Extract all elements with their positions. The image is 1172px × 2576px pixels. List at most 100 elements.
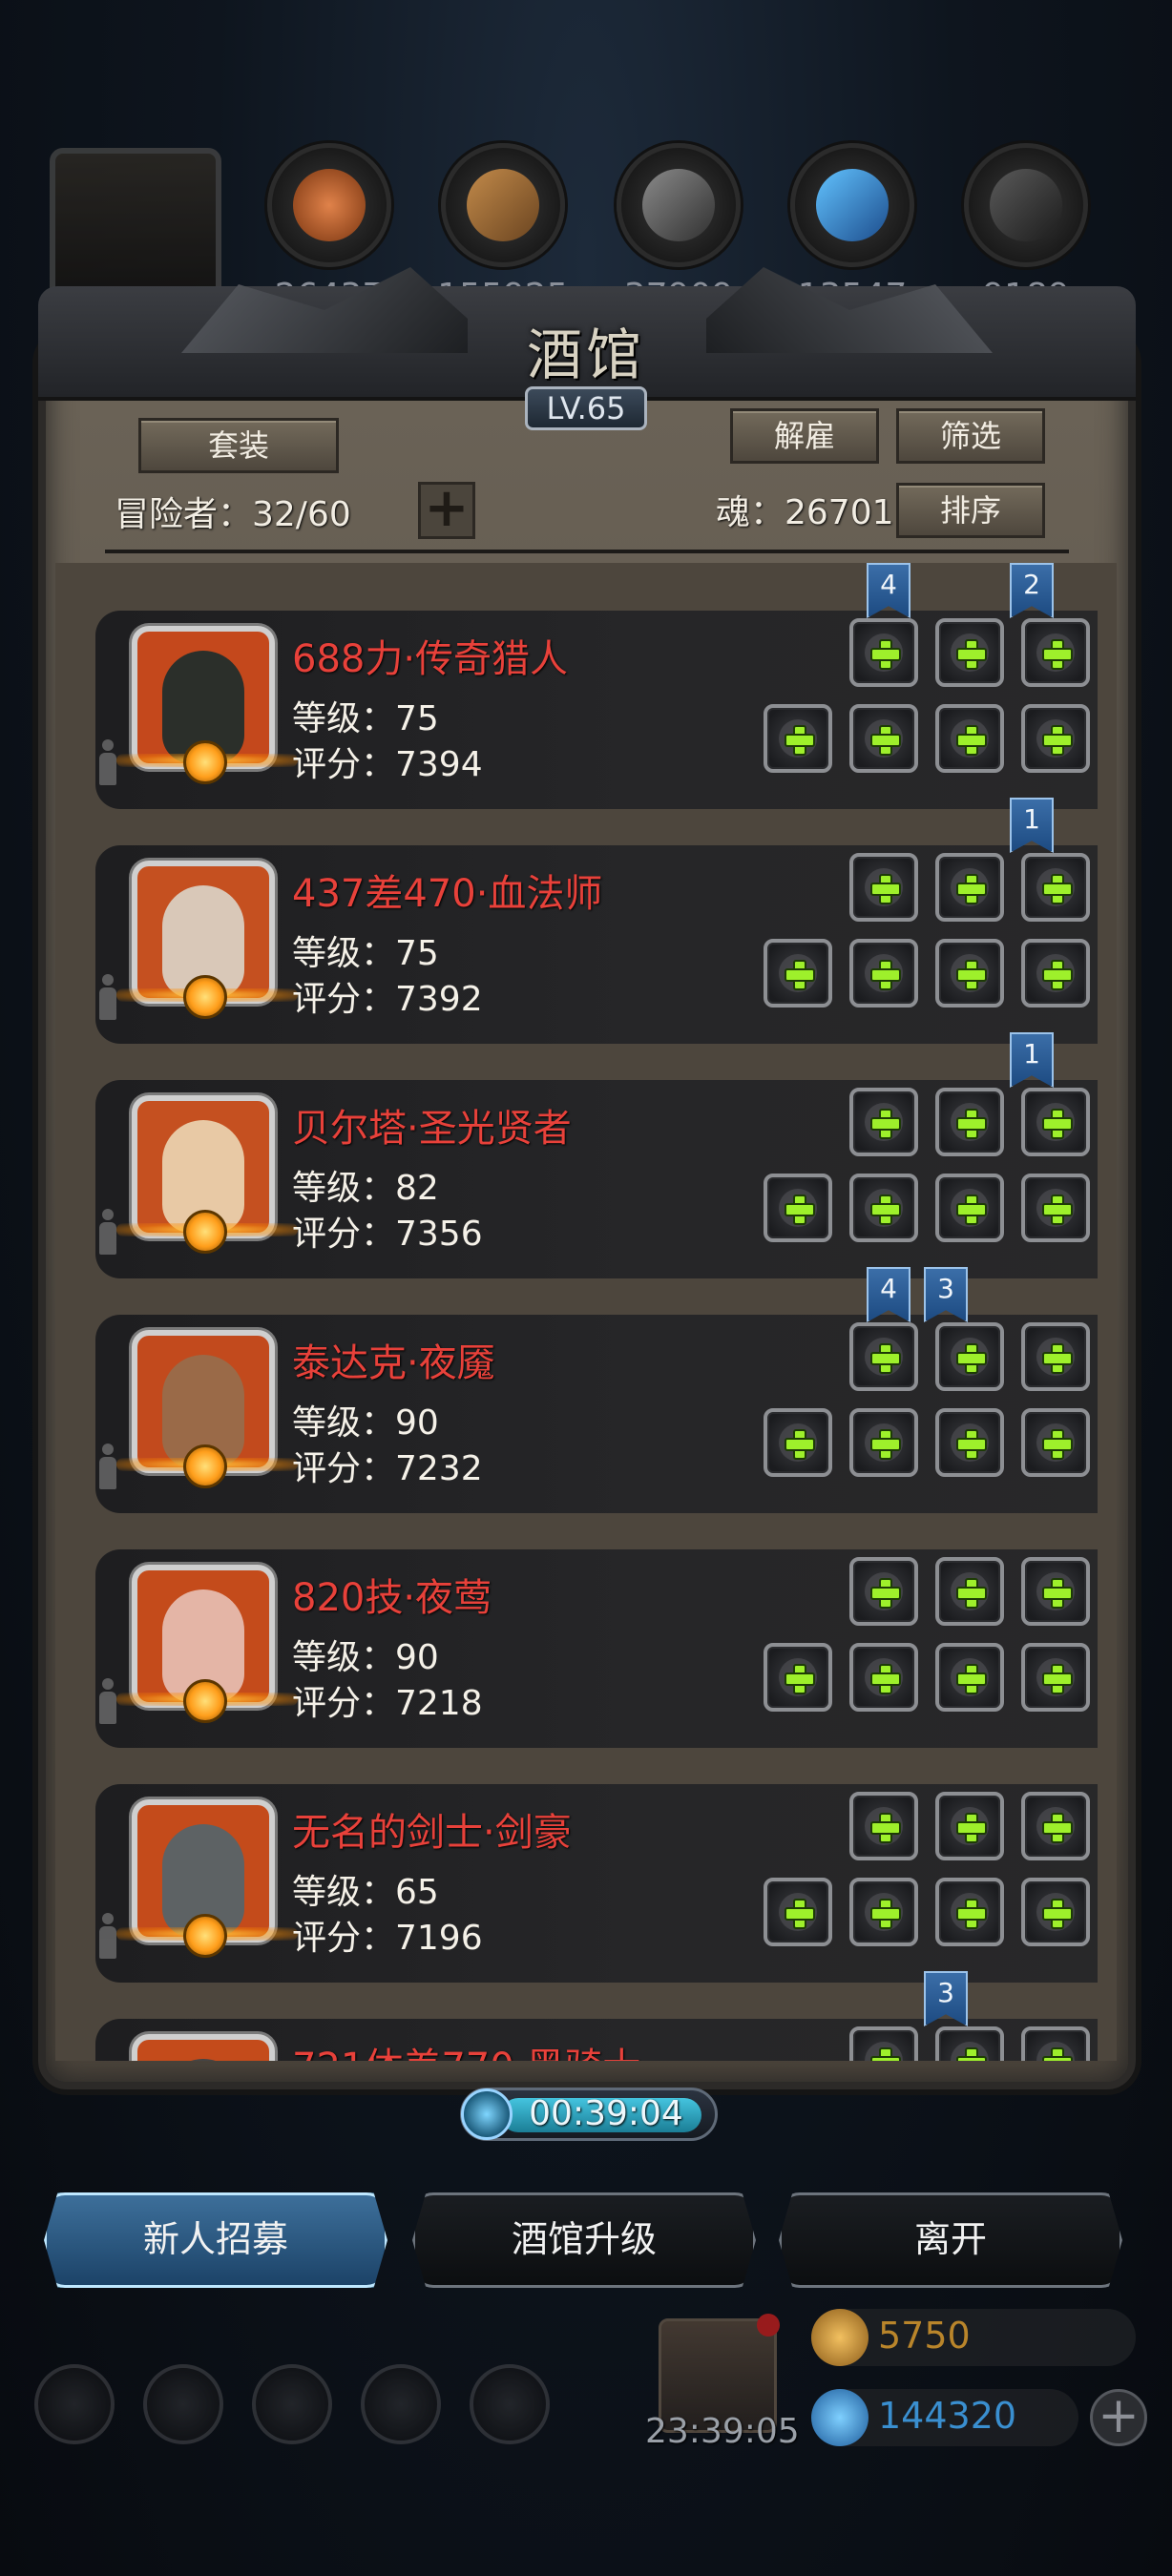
hero-score: 评分：7356 — [292, 1215, 483, 1254]
weapon-slot[interactable] — [764, 1174, 832, 1242]
equipment-slot-bottom-2[interactable] — [935, 704, 1004, 773]
equipment-slot-top-2[interactable] — [935, 1792, 1004, 1860]
hero-name: 437差470·血法师 — [292, 872, 603, 916]
equipment-slot-bottom-2[interactable] — [935, 1174, 1004, 1242]
hero-card[interactable]: 820技·夜莺 等级：90 评分：7218 — [95, 1549, 1098, 1748]
hero-silhouette-icon — [97, 739, 118, 789]
sort-button[interactable]: 排序 — [896, 483, 1045, 538]
weapon-slot[interactable] — [764, 1408, 832, 1477]
equipment-slot-bottom-1[interactable] — [849, 939, 918, 1008]
leave-button[interactable]: 离开 — [779, 2192, 1122, 2288]
equipment-slot-top-3[interactable] — [1021, 618, 1090, 687]
divider — [105, 550, 1069, 553]
guild-icon[interactable] — [470, 2364, 550, 2444]
equipment-slot-bottom-1[interactable] — [849, 1878, 918, 1946]
upgrade-ribbon: 3 — [924, 1267, 968, 1322]
rank-sun-icon — [183, 740, 227, 784]
weapon-slot[interactable] — [764, 704, 832, 773]
upgrade-tavern-button[interactable]: 酒馆升级 — [412, 2192, 756, 2288]
equipment-slot-bottom-3[interactable] — [1021, 1878, 1090, 1946]
equipment-slot-top-3[interactable] — [1021, 1088, 1090, 1156]
equipment-slot-top-2[interactable] — [935, 1557, 1004, 1626]
hero-name: 721体差770·黑骑士 — [292, 2036, 640, 2061]
equipment-slot-top-3[interactable] — [1021, 853, 1090, 922]
equipment-slot-bottom-3[interactable] — [1021, 939, 1090, 1008]
plus-icon — [870, 1195, 901, 1225]
equipment-slot-bottom-2[interactable] — [935, 1408, 1004, 1477]
equipment-slot-top-2[interactable] — [935, 1088, 1004, 1156]
equipment-slot-bottom-1[interactable] — [849, 1408, 918, 1477]
hero-card[interactable]: 721体差770·黑骑士等级：评分：3 — [95, 1971, 1098, 2061]
equipment-slot-top-1[interactable] — [849, 618, 918, 687]
hero-list[interactable]: 688力·传奇猎人 等级：75 评分：7394 4 2 437差470·血法师 等级：75 评… — [55, 563, 1117, 2061]
hero-score: 评分：7232 — [292, 1449, 483, 1488]
equipment-slot-bottom-2[interactable] — [935, 939, 1004, 1008]
plus-icon — [870, 1109, 901, 1139]
plus-icon — [870, 1343, 901, 1374]
plus-icon — [1042, 2047, 1073, 2061]
hero-score: 评分：7392 — [292, 980, 483, 1019]
equipment-slot-top-3[interactable] — [1021, 1322, 1090, 1391]
plus-icon — [870, 1664, 901, 1694]
equipment-slot-top-1[interactable] — [849, 2026, 918, 2061]
equipment-slot-bottom-2[interactable] — [935, 1643, 1004, 1712]
plus-icon — [785, 1195, 815, 1225]
hero-card[interactable]: 贝尔塔·圣光贤者 等级：82 评分：7356 1 — [95, 1032, 1098, 1278]
hero-card[interactable]: 437差470·血法师 等级：75 评分：7392 1 — [95, 798, 1098, 1044]
rank-sun-icon — [183, 975, 227, 1019]
equipment-slot-top-2[interactable] — [935, 853, 1004, 922]
equipment-slot-top-3[interactable] — [1021, 1557, 1090, 1626]
equipment-slot-top-3[interactable] — [1021, 1792, 1090, 1860]
equipment-slot-bottom-2[interactable] — [935, 1878, 1004, 1946]
gold-coin-icon — [811, 2309, 869, 2366]
hero-card[interactable]: 泰达克·夜魇 等级：90 评分：7232 4 3 — [95, 1267, 1098, 1513]
equipment-slot-top-1[interactable] — [849, 1322, 918, 1391]
filter-button[interactable]: 筛选 — [896, 408, 1045, 464]
equipment-slot-top-1[interactable] — [849, 853, 918, 922]
equipment-slot-bottom-1[interactable] — [849, 1174, 918, 1242]
refresh-timer: 00:39:04 — [460, 2088, 718, 2141]
hero-level: 等级：65 — [292, 1873, 439, 1912]
settings-icon[interactable] — [34, 2364, 115, 2444]
equipment-slot-top-2[interactable] — [935, 1322, 1004, 1391]
weapon-slot[interactable] — [764, 939, 832, 1008]
quest-icon[interactable] — [252, 2364, 332, 2444]
plus-icon — [1042, 1813, 1073, 1843]
equipment-slot-bottom-1[interactable] — [849, 1643, 918, 1712]
equipment-slot-top-1[interactable] — [849, 1792, 918, 1860]
upgrade-ribbon: 1 — [1010, 798, 1054, 853]
equipment-slot-bottom-3[interactable] — [1021, 1174, 1090, 1242]
plus-icon — [956, 1578, 987, 1609]
hero-level: 等级：82 — [292, 1169, 439, 1208]
hero-score: 评分：7196 — [292, 1919, 483, 1958]
equipment-slot-top-3[interactable] — [1021, 2026, 1090, 2061]
diamond-icon — [811, 2389, 869, 2446]
plus-icon — [1042, 1195, 1073, 1225]
equipment-slot-top-2[interactable] — [935, 2026, 1004, 2061]
set-button[interactable]: 套装 — [138, 418, 339, 473]
hero-portrait[interactable] — [132, 2034, 275, 2061]
notification-dot — [757, 2314, 780, 2337]
hero-card[interactable]: 无名的剑士·剑豪 等级：65 评分：7196 — [95, 1784, 1098, 1983]
rank-sun-icon — [183, 1914, 227, 1958]
weapon-slot[interactable] — [764, 1643, 832, 1712]
equipment-slot-bottom-3[interactable] — [1021, 1408, 1090, 1477]
star-icon[interactable] — [143, 2364, 223, 2444]
recruit-button[interactable]: 新人招募 — [44, 2192, 387, 2288]
equipment-slot-top-2[interactable] — [935, 618, 1004, 687]
dismiss-button[interactable]: 解雇 — [730, 408, 879, 464]
equipment-slot-top-1[interactable] — [849, 1088, 918, 1156]
plus-icon — [870, 874, 901, 904]
expand-slots-button[interactable]: + — [418, 482, 475, 539]
equipment-slot-bottom-1[interactable] — [849, 704, 918, 773]
mail-icon[interactable] — [361, 2364, 441, 2444]
equipment-slot-top-1[interactable] — [849, 1557, 918, 1626]
equipment-slot-bottom-3[interactable] — [1021, 704, 1090, 773]
hero-card[interactable]: 688力·传奇猎人 等级：75 评分：7394 4 2 — [95, 563, 1098, 809]
add-currency-button[interactable]: + — [1090, 2389, 1147, 2446]
plus-icon — [870, 1813, 901, 1843]
plus-icon — [956, 1343, 987, 1374]
equipment-slot-bottom-3[interactable] — [1021, 1643, 1090, 1712]
hero-silhouette-icon — [97, 1209, 118, 1258]
weapon-slot[interactable] — [764, 1878, 832, 1946]
